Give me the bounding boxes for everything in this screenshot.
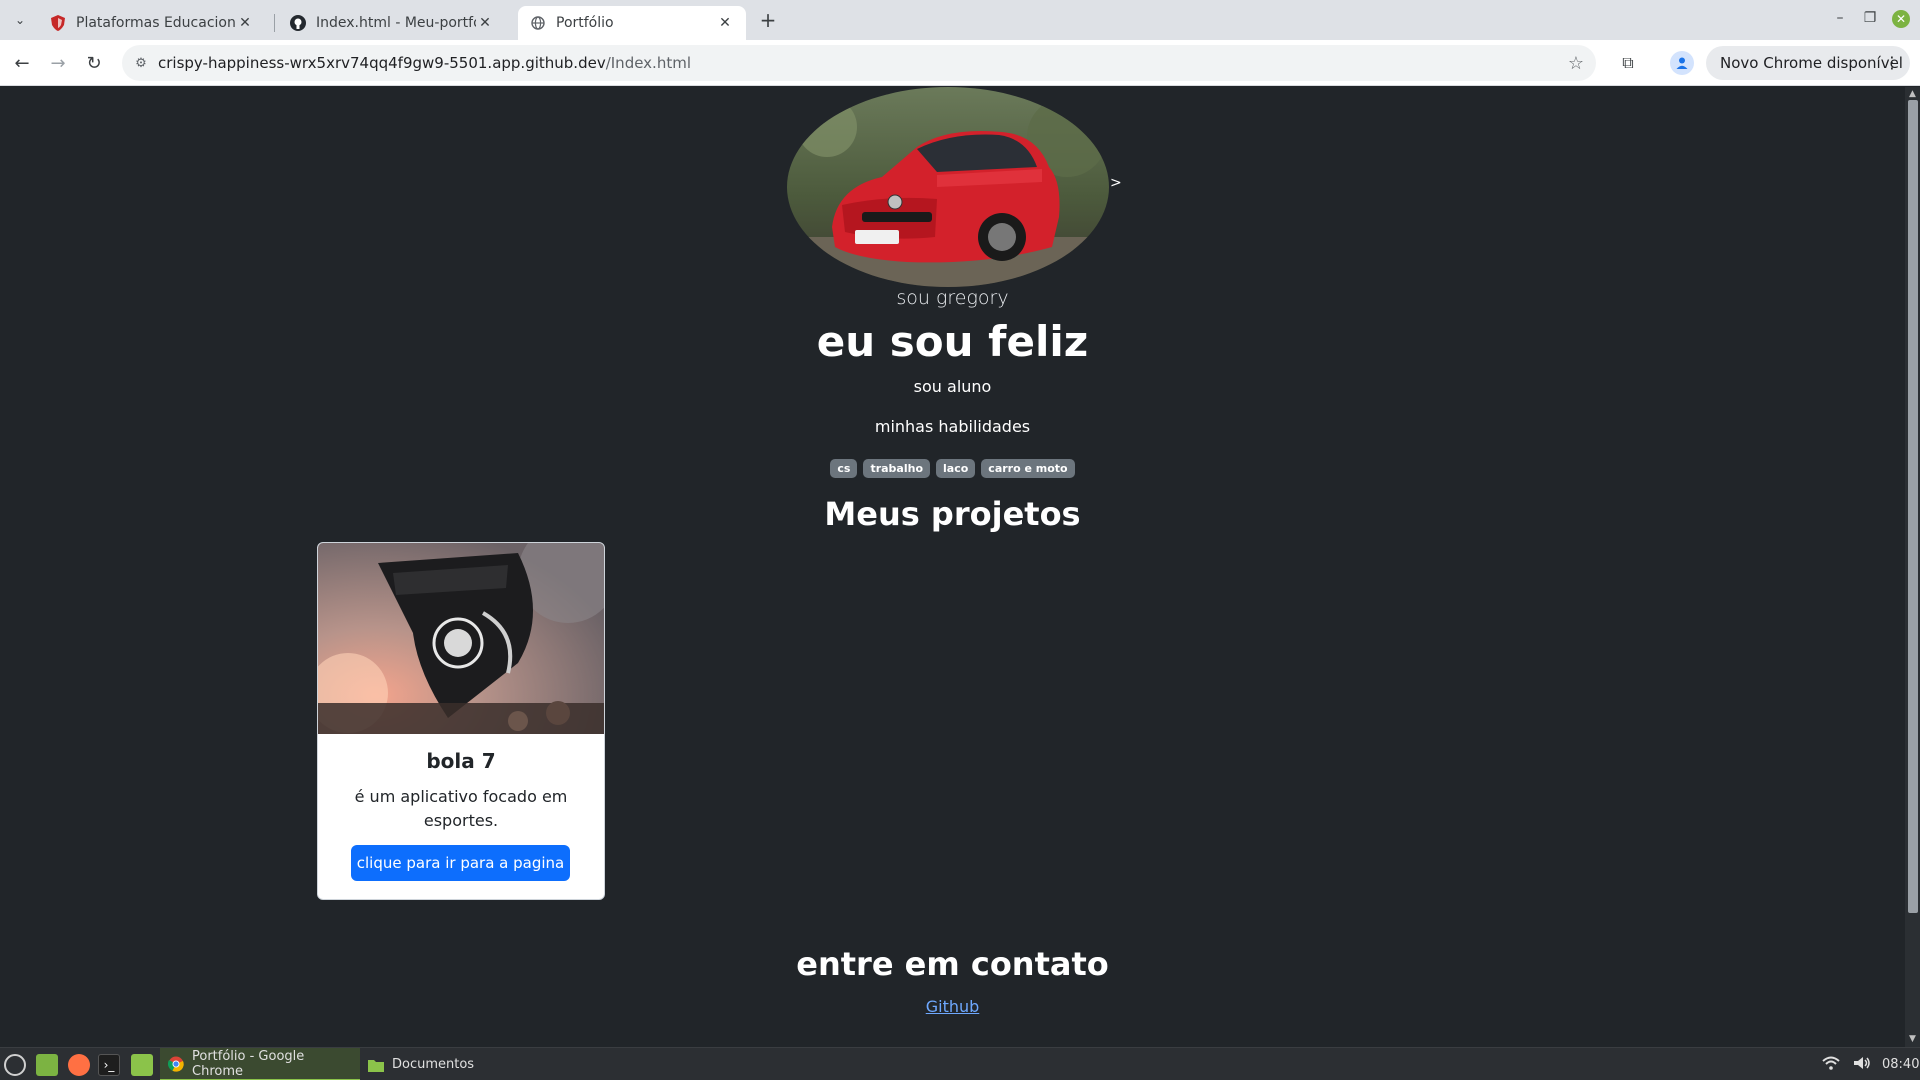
project-card: bola 7 é um aplicativo focado em esporte… <box>317 542 605 900</box>
role-text: sou aluno <box>913 377 992 396</box>
firefox-icon[interactable] <box>68 1054 90 1076</box>
update-chip-label: Novo Chrome disponível <box>1720 54 1903 72</box>
clock[interactable]: 08:40 <box>1882 1057 1919 1072</box>
url-host: crispy-happiness-wrx5xrv74qq4f9gw9-5501.… <box>158 54 606 72</box>
shield-icon <box>50 15 66 31</box>
chrome-icon <box>168 1056 184 1072</box>
contact-title: entre em contato <box>796 945 1109 983</box>
globe-icon <box>530 15 546 31</box>
profile-photo <box>787 87 1109 287</box>
skill-badge: cs <box>830 459 858 478</box>
url-path: /Index.html <box>605 54 691 72</box>
taskbar-task-documentos[interactable]: Documentos <box>360 1048 482 1080</box>
contact-link-row: Github <box>0 997 1905 1016</box>
start-menu-icon[interactable] <box>4 1054 26 1076</box>
page-headline: eu sou feliz <box>816 317 1089 366</box>
minimize-button[interactable]: – <box>1830 10 1850 26</box>
new-tab-button[interactable]: + <box>756 8 780 32</box>
window-close-button[interactable]: ✕ <box>1892 10 1910 28</box>
reload-icon: ↻ <box>86 52 102 74</box>
profile-button[interactable] <box>1670 51 1694 75</box>
tab-strip: ⌄ Plataformas Educacionais ✕ Index.html … <box>0 0 1920 40</box>
taskbar-task-chrome[interactable]: Portfólio - Google Chrome <box>160 1048 360 1080</box>
tab-plataformas[interactable]: Plataformas Educacionais ✕ <box>38 6 266 40</box>
arrow-left-icon: ← <box>14 52 30 74</box>
intro-text: sou gregory <box>896 287 1009 309</box>
chrome-update-button[interactable]: Novo Chrome disponível ⋮ <box>1706 46 1910 80</box>
back-button[interactable]: ← <box>10 51 34 75</box>
projects-title: Meus projetos <box>824 495 1081 533</box>
github-icon <box>290 15 306 31</box>
tab-title: Portfólio <box>556 15 614 31</box>
site-info-icon[interactable]: ⚙ <box>132 54 150 72</box>
close-icon[interactable]: ✕ <box>236 15 254 31</box>
project-card-image <box>318 543 604 734</box>
skill-badge: laco <box>936 459 976 478</box>
close-icon[interactable]: ✕ <box>716 15 734 31</box>
page-viewport: > sou gregory eu sou feliz sou aluno min… <box>0 87 1905 1047</box>
files-icon[interactable] <box>131 1054 153 1076</box>
restore-button[interactable]: ❐ <box>1860 10 1880 26</box>
project-card-title: bola 7 <box>426 749 496 773</box>
volume-icon[interactable] <box>1853 1056 1871 1074</box>
stray-character: > <box>1110 175 1122 191</box>
folder-icon <box>368 1057 384 1073</box>
arrow-right-icon: → <box>50 52 66 74</box>
url-text[interactable]: crispy-happiness-wrx5xrv74qq4f9gw9-5501.… <box>158 54 691 72</box>
reload-button[interactable]: ↻ <box>82 51 106 75</box>
close-icon: ✕ <box>1895 12 1907 26</box>
skills-list: cs trabalho laco carro e moto <box>0 459 1905 478</box>
github-link[interactable]: Github <box>926 997 980 1016</box>
tab-portfolio[interactable]: Portfólio ✕ <box>518 6 746 40</box>
plus-icon: + <box>759 8 777 32</box>
wifi-icon[interactable] <box>1822 1056 1840 1074</box>
puzzle-icon: ⧉ <box>1622 53 1634 72</box>
project-card-text: é um aplicativo focado em esportes. <box>354 787 568 830</box>
scrollbar-thumb[interactable] <box>1908 100 1918 913</box>
extensions-button[interactable]: ⧉ <box>1616 51 1640 75</box>
tab-title: Index.html - Meu-portfolio- <box>316 15 476 31</box>
forward-button[interactable]: → <box>46 51 70 75</box>
skill-badge: trabalho <box>863 459 931 478</box>
address-bar[interactable]: ⚙ crispy-happiness-wrx5xrv74qq4f9gw9-550… <box>122 45 1596 81</box>
skill-badge: carro e moto <box>981 459 1075 478</box>
tab-title: Plataformas Educacionais <box>76 15 236 31</box>
taskbar-task-label: Portfólio - Google Chrome <box>192 1048 305 1079</box>
project-page-button[interactable]: clique para ir para a pagina <box>351 845 570 881</box>
os-taskbar: ›_ Portfólio - Google Chrome Documentos … <box>0 1047 1920 1080</box>
chevron-down-icon: ⌄ <box>14 13 26 27</box>
tab-github-index[interactable]: Index.html - Meu-portfolio- ✕ <box>278 6 506 40</box>
taskbar-task-label: Documentos <box>392 1057 475 1072</box>
terminal-icon[interactable]: ›_ <box>98 1054 120 1076</box>
scroll-down-arrow[interactable]: ▼ <box>1906 1034 1919 1046</box>
kebab-menu-icon[interactable]: ⋮ <box>1884 53 1900 72</box>
show-desktop-icon[interactable] <box>36 1054 58 1076</box>
tab-divider <box>274 14 275 32</box>
browser-toolbar: ← → ↻ ⚙ crispy-happiness-wrx5xrv74qq4f9g… <box>0 40 1920 86</box>
skills-label: minhas habilidades <box>874 417 1031 436</box>
close-icon[interactable]: ✕ <box>476 15 494 31</box>
tab-search-button[interactable]: ⌄ <box>8 8 32 32</box>
bookmark-star-icon[interactable]: ☆ <box>1568 53 1584 74</box>
person-icon <box>1676 57 1688 69</box>
